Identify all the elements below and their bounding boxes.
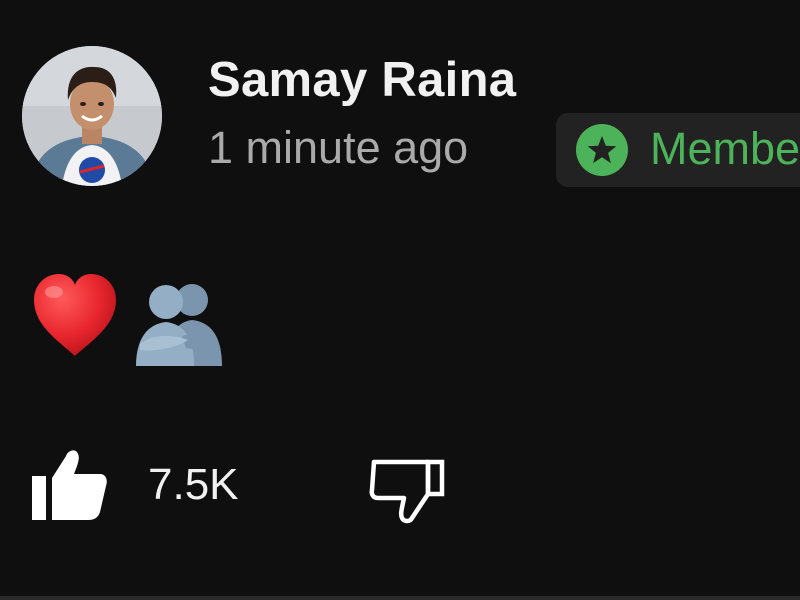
comment-timestamp[interactable]: 1 minute ago xyxy=(208,122,468,174)
red-heart-icon xyxy=(34,274,116,356)
divider xyxy=(0,596,800,600)
comment-body xyxy=(30,270,270,370)
avatar[interactable] xyxy=(22,46,162,186)
author-name[interactable]: Samay Raina xyxy=(208,52,516,108)
profile-photo-icon xyxy=(22,46,162,186)
people-hugging-icon xyxy=(136,284,222,366)
thumbs-up-icon[interactable] xyxy=(30,446,108,522)
member-badge: Member xyxy=(556,113,800,187)
like-count: 7.5K xyxy=(148,460,239,509)
member-badge-label: Member xyxy=(650,123,800,174)
star-icon xyxy=(576,124,628,176)
thumbs-down-icon[interactable] xyxy=(368,452,446,524)
